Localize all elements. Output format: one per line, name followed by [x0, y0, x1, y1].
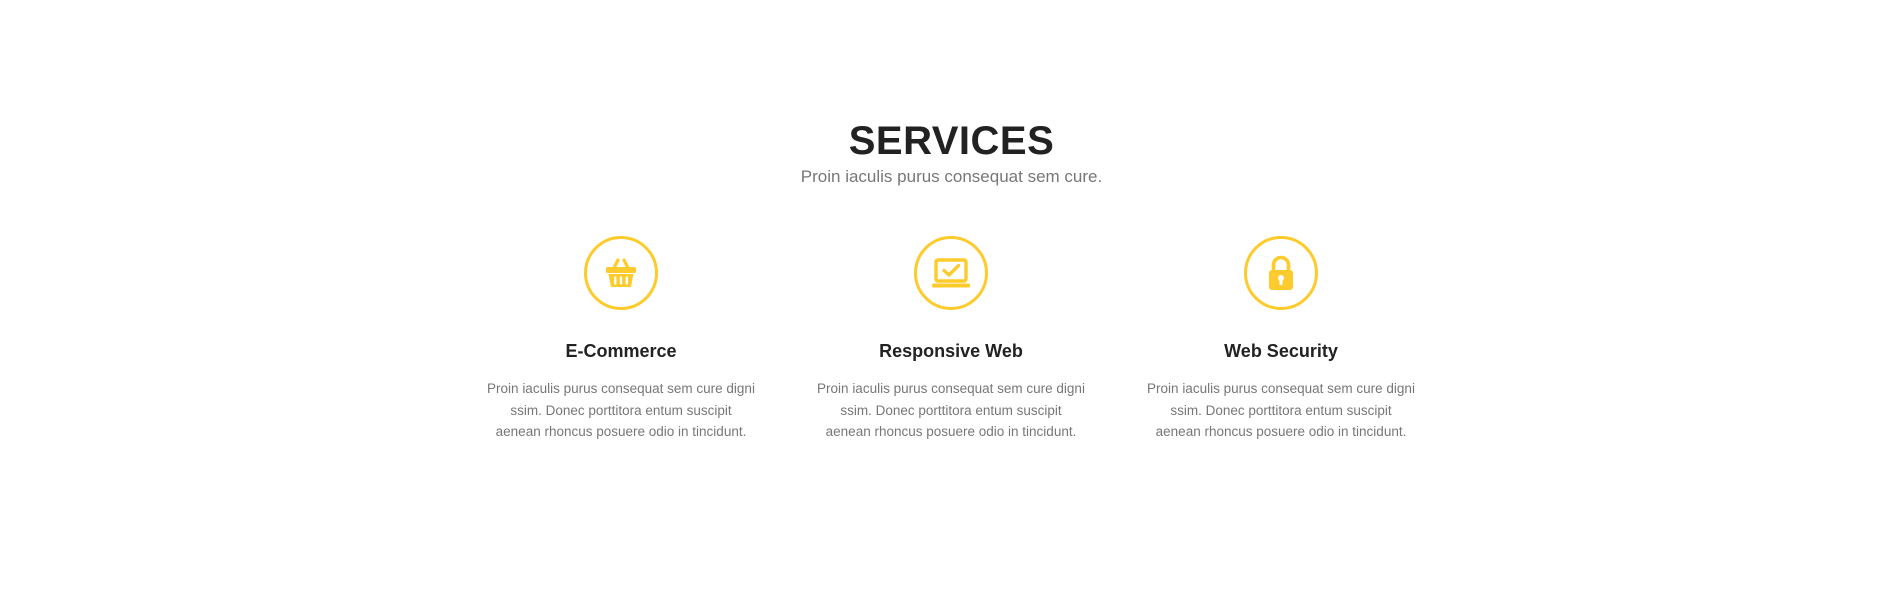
- service-description: Proin iaculis purus consequat sem cure d…: [817, 381, 1085, 439]
- service-description: Proin iaculis purus consequat sem cure d…: [1147, 381, 1415, 439]
- service-card-responsive-web: Responsive Web Proin iaculis purus conse…: [811, 236, 1091, 443]
- service-description: Proin iaculis purus consequat sem cure d…: [487, 381, 755, 439]
- service-card-web-security: Web Security Proin iaculis purus consequ…: [1141, 236, 1421, 443]
- service-title: Responsive Web: [879, 341, 1023, 361]
- basket-icon: [584, 236, 658, 310]
- service-card-ecommerce: E-Commerce Proin iaculis purus consequat…: [481, 236, 761, 443]
- service-title: E-Commerce: [565, 341, 677, 361]
- section-title: SERVICES: [848, 119, 1055, 163]
- laptop-check-icon: [914, 236, 988, 310]
- lock-icon: [1244, 236, 1318, 310]
- service-title: Web Security: [1224, 341, 1338, 361]
- services-section: SERVICES Proin iaculis purus consequat s…: [0, 0, 1903, 600]
- section-subtitle: Proin iaculis purus consequat sem cure.: [800, 167, 1103, 186]
